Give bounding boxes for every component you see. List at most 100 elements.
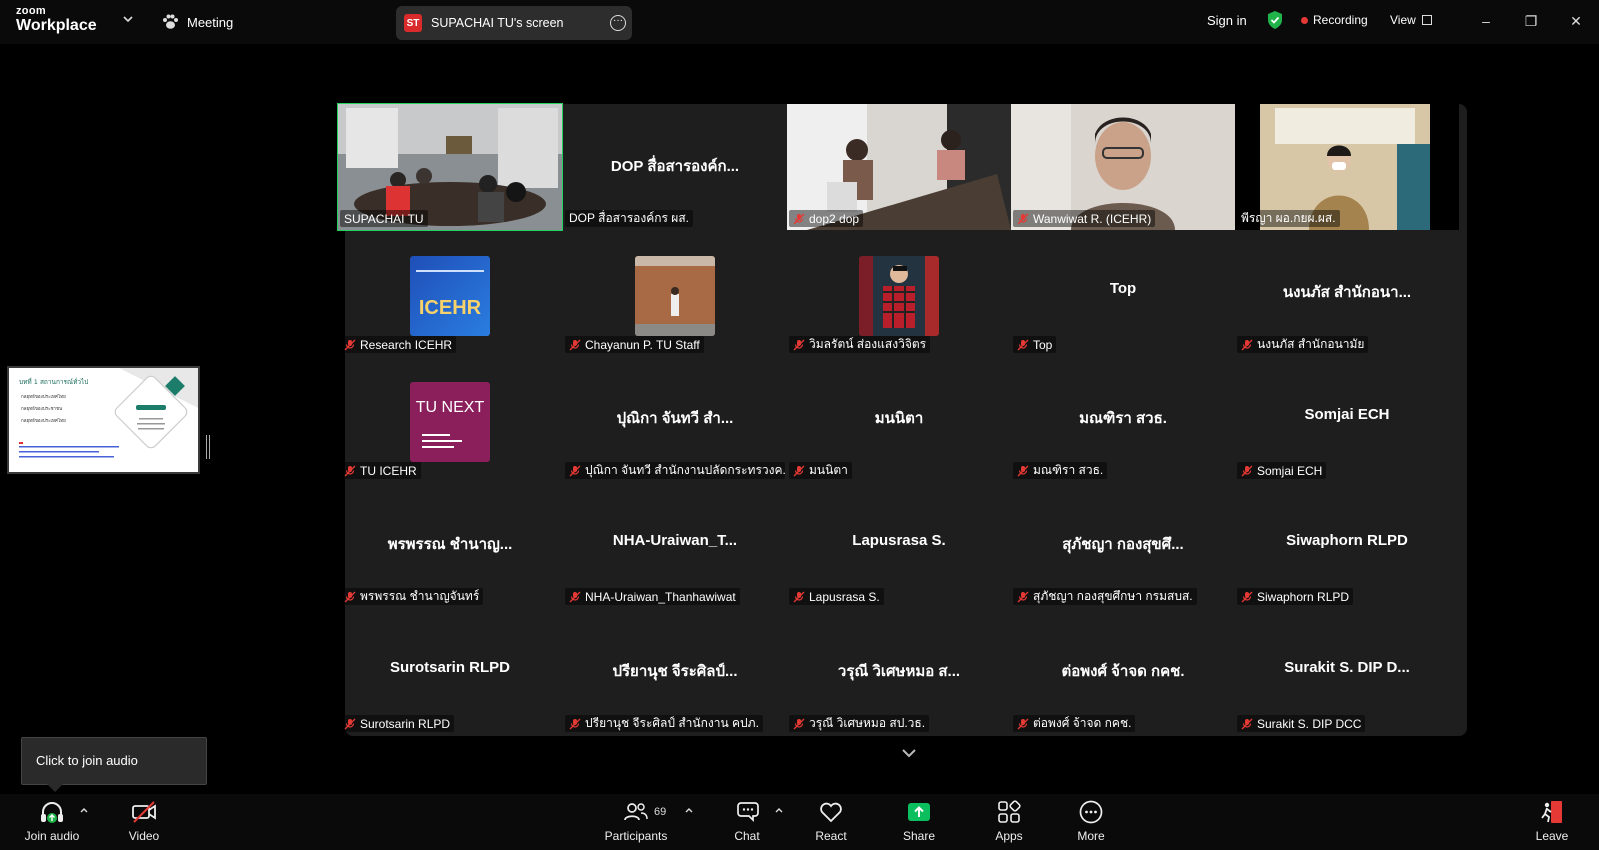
- leave-label: Leave: [1535, 829, 1569, 843]
- close-icon[interactable]: ✕: [1567, 12, 1585, 30]
- participant-tile[interactable]: พีรญา ผอ.กยผ.ผส.: [1235, 104, 1459, 230]
- participants-label: Participants: [604, 829, 668, 843]
- video-button[interactable]: Video: [109, 794, 179, 850]
- participant-display-name: มณฑิรา สวธ.: [1079, 410, 1167, 427]
- chevron-down-icon[interactable]: [898, 742, 920, 764]
- sign-in-link[interactable]: Sign in: [1207, 13, 1247, 28]
- participant-name-label: Lapusrasa S.: [789, 588, 884, 605]
- participant-tile[interactable]: NHA-Uraiwan_T... NHA-Uraiwan_Thanhawiwat: [563, 482, 787, 608]
- participant-name: วรุณี วิเศษหมอ สป.วธ.: [809, 716, 926, 730]
- apps-icon: [998, 800, 1021, 823]
- more-icon: [1079, 800, 1103, 824]
- more-options-icon[interactable]: ···: [610, 15, 626, 31]
- participant-tile[interactable]: Chayanun P. TU Staff: [563, 230, 787, 356]
- participant-display-name: พรพรรณ ชำนาญ...: [387, 536, 513, 553]
- screen-share-title: SUPACHAI TU's screen: [431, 16, 564, 30]
- more-button[interactable]: More: [1056, 794, 1126, 850]
- participant-name: SUPACHAI TU: [344, 211, 424, 226]
- participant-name-label: มณฑิรา สวธ.: [1013, 462, 1108, 479]
- participant-tile[interactable]: Wanwiwat R. (ICEHR): [1011, 104, 1235, 230]
- meeting-label: Meeting: [187, 14, 234, 30]
- participant-name: พีรญา ผอ.กยผ.ผส.: [1241, 211, 1336, 225]
- chevron-up-icon[interactable]: [78, 804, 90, 816]
- participant-name: นงนภัส สำนักอนามัย: [1257, 337, 1365, 351]
- chevron-up-icon[interactable]: [773, 804, 785, 816]
- mic-muted-icon: [569, 339, 581, 350]
- join-audio-label: Join audio: [24, 829, 80, 843]
- participant-tile[interactable]: ปุณิกา จันทวี สำ... ปุณิกา จันทวี สำนักงา…: [563, 356, 787, 482]
- participants-button[interactable]: Participants: [601, 794, 671, 850]
- meeting-controls: Join audio Video Participants Chat React…: [0, 794, 1599, 850]
- participant-name-label: Wanwiwat R. (ICEHR): [1013, 210, 1156, 227]
- screen-share-indicator[interactable]: ST SUPACHAI TU's screen ···: [396, 6, 632, 40]
- share-label: Share: [902, 829, 936, 843]
- participant-name: มณฑิรา สวธ.: [1033, 463, 1104, 477]
- slide-bullet: กลยุทธ์ของประชาชน: [21, 405, 62, 412]
- participant-tile[interactable]: มนนิตา มนนิตา: [787, 356, 1011, 482]
- leave-button[interactable]: Leave: [1517, 794, 1587, 850]
- participant-name: Top: [1033, 337, 1053, 352]
- recording-indicator[interactable]: Recording: [1301, 13, 1368, 27]
- mic-muted-icon: [793, 591, 805, 602]
- participant-tile[interactable]: DOP สื่อสารองค์ก... DOP สื่อสารองค์กร ผส.: [563, 104, 787, 230]
- apps-button[interactable]: Apps: [974, 794, 1044, 850]
- participant-tile[interactable]: SUPACHAI TU: [337, 103, 563, 231]
- participant-tile[interactable]: วรุณี วิเศษหมอ ส... วรุณี วิเศษหมอ สป.วธ.: [787, 609, 1011, 735]
- participant-tile[interactable]: Somjai ECH Somjai ECH: [1235, 356, 1459, 482]
- mic-muted-icon: [1017, 213, 1029, 224]
- participant-tile[interactable]: Surotsarin RLPD Surotsarin RLPD: [338, 609, 562, 735]
- mic-muted-icon: [344, 591, 356, 602]
- participant-tile[interactable]: Siwaphorn RLPD Siwaphorn RLPD: [1235, 482, 1459, 608]
- paw-icon: [163, 14, 178, 29]
- participant-name-label: Siwaphorn RLPD: [1237, 588, 1354, 605]
- participant-name: Research ICEHR: [360, 337, 453, 352]
- minimize-icon[interactable]: –: [1477, 12, 1495, 30]
- avatar-text: TU NEXT: [416, 399, 485, 416]
- more-label: More: [1077, 829, 1105, 843]
- participant-tile[interactable]: dop2 dop: [787, 104, 1011, 230]
- share-button[interactable]: Share: [884, 794, 954, 850]
- join-audio-button[interactable]: Join audio: [17, 794, 87, 850]
- participant-name-label: วรุณี วิเศษหมอ สป.วธ.: [789, 715, 930, 732]
- participant-tile[interactable]: ICEHR Research ICEHR: [338, 230, 562, 356]
- react-button[interactable]: React: [796, 794, 866, 850]
- participant-tile[interactable]: TU NEXT TU ICEHR: [338, 356, 562, 482]
- chevron-down-icon[interactable]: [121, 12, 135, 26]
- participant-tile[interactable]: นงนภัส สำนักอนา... นงนภัส สำนักอนามัย: [1235, 230, 1459, 356]
- mic-muted-icon: [793, 213, 805, 224]
- participant-name-label: ปุณิกา จันทวี สำนักงานปลัดกระทรวงค...: [565, 462, 785, 479]
- participant-name: NHA-Uraiwan_Thanhawiwat: [585, 589, 736, 604]
- participant-name-label: Top: [1013, 336, 1057, 353]
- mic-muted-icon: [1017, 591, 1029, 602]
- participant-tile[interactable]: สุภัชญา กองสุขศึ... สุภัชญา กองสุขศึกษา ก…: [1011, 482, 1235, 608]
- participant-display-name: วรุณี วิเศษหมอ ส...: [837, 663, 961, 680]
- participant-name: สุภัชญา กองสุขศึกษา กรมสบส.: [1033, 589, 1193, 603]
- mic-muted-icon: [1241, 718, 1253, 729]
- zoom-logo: zoom Workplace: [16, 6, 97, 34]
- mic-muted-icon: [1017, 465, 1029, 476]
- view-button[interactable]: View: [1390, 13, 1432, 27]
- participant-tile[interactable]: Lapusrasa S. Lapusrasa S.: [787, 482, 1011, 608]
- chevron-up-icon[interactable]: [683, 804, 695, 816]
- participant-name-label: วิมลรัตน์ ส่องแสงวิจิตร: [789, 336, 931, 353]
- chat-button[interactable]: Chat: [712, 794, 782, 850]
- participant-name-label: NHA-Uraiwan_Thanhawiwat: [565, 588, 740, 605]
- meeting-button[interactable]: Meeting: [161, 11, 233, 33]
- shared-screen-thumbnail[interactable]: บทที่ 1 สถานการณ์ทั่วไป กลยุทธ์ของประเทศ…: [7, 366, 200, 474]
- participant-name: Surakit S. DIP DCC: [1257, 716, 1362, 731]
- participant-display-name: สุภัชญา กองสุขศึ...: [1062, 536, 1184, 553]
- resize-handle[interactable]: [206, 435, 210, 459]
- participant-tile[interactable]: ปรียานุช จีระศิลป์... ปรียานุช จีระศิลป์ …: [563, 609, 787, 735]
- participant-name-label: นงนภัส สำนักอนามัย: [1237, 336, 1369, 353]
- participant-name: มนนิตา: [809, 463, 848, 477]
- participant-tile[interactable]: ต่อพงศ์ จ้าจด กคช. ต่อพงศ์ จ้าจด กคช.: [1011, 609, 1235, 735]
- participant-tile[interactable]: พรพรรณ ชำนาญ... พรพรรณ ชำนาญจันทร์: [338, 482, 562, 608]
- participant-display-name: ต่อพงศ์ จ้าจด กคช.: [1061, 663, 1185, 680]
- participant-tile[interactable]: Surakit S. DIP D... Surakit S. DIP DCC: [1235, 609, 1459, 735]
- participant-tile[interactable]: Top Top: [1011, 230, 1235, 356]
- shield-check-icon[interactable]: [1266, 10, 1284, 30]
- video-label: Video: [128, 829, 160, 843]
- participant-tile[interactable]: วิมลรัตน์ ส่องแสงวิจิตร: [787, 230, 1011, 356]
- restore-icon[interactable]: ❐: [1522, 12, 1540, 30]
- participant-tile[interactable]: มณฑิรา สวธ. มณฑิรา สวธ.: [1011, 356, 1235, 482]
